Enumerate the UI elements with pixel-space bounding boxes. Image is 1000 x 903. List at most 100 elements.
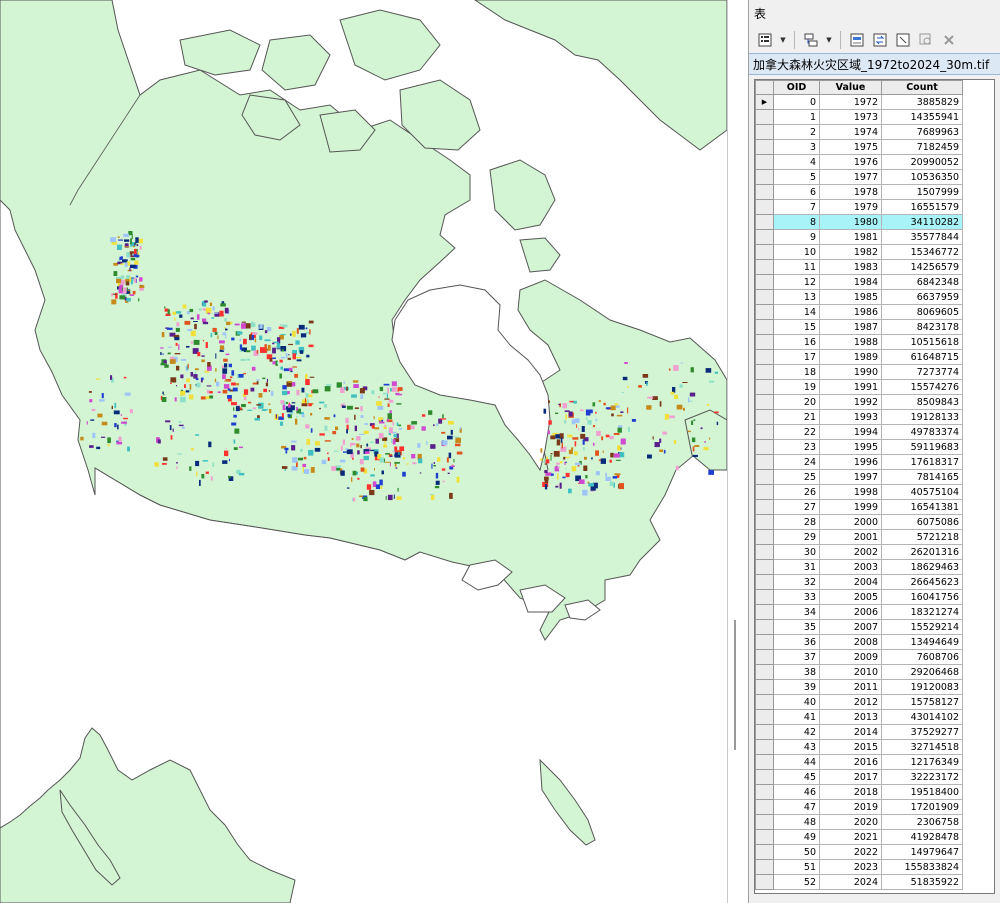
cell-value[interactable]: 2005 <box>819 589 882 605</box>
cell-oid[interactable]: 45 <box>773 769 820 785</box>
table-row[interactable]: 21 1993 19128133 <box>755 409 963 425</box>
row-selector[interactable] <box>755 304 774 320</box>
row-selector[interactable] <box>755 514 774 530</box>
row-selector[interactable]: ▶ <box>755 94 774 110</box>
related-tables-icon[interactable] <box>801 30 821 50</box>
cell-count[interactable]: 34110282 <box>881 214 963 230</box>
cell-value[interactable]: 2012 <box>819 694 882 710</box>
row-selector[interactable] <box>755 229 774 245</box>
cell-count[interactable]: 17201909 <box>881 799 963 815</box>
cell-value[interactable]: 1983 <box>819 259 882 275</box>
table-row[interactable]: 3 1975 7182459 <box>755 139 963 155</box>
cell-oid[interactable]: 42 <box>773 724 820 740</box>
cell-oid[interactable]: 31 <box>773 559 820 575</box>
cell-count[interactable]: 2306758 <box>881 814 963 830</box>
cell-oid[interactable]: 6 <box>773 184 820 200</box>
cell-oid[interactable]: 34 <box>773 604 820 620</box>
cell-count[interactable]: 6842348 <box>881 274 963 290</box>
cell-oid[interactable]: 40 <box>773 694 820 710</box>
cell-count[interactable]: 6075086 <box>881 514 963 530</box>
row-selector[interactable] <box>755 439 774 455</box>
cell-count[interactable]: 5721218 <box>881 529 963 545</box>
cell-count[interactable]: 1507999 <box>881 184 963 200</box>
cell-value[interactable]: 2007 <box>819 619 882 635</box>
zoom-to-selected-icon[interactable] <box>916 30 936 50</box>
cell-value[interactable]: 1972 <box>819 94 882 110</box>
cell-value[interactable]: 2023 <box>819 859 882 875</box>
row-selector[interactable] <box>755 709 774 725</box>
cell-oid[interactable]: 5 <box>773 169 820 185</box>
cell-count[interactable]: 10515618 <box>881 334 963 350</box>
cell-count[interactable]: 32223172 <box>881 769 963 785</box>
map-view[interactable] <box>0 0 727 903</box>
cell-oid[interactable]: 33 <box>773 589 820 605</box>
cell-count[interactable]: 155833824 <box>881 859 963 875</box>
cell-count[interactable]: 59119683 <box>881 439 963 455</box>
cell-count[interactable]: 14256579 <box>881 259 963 275</box>
table-row[interactable]: 47 2019 17201909 <box>755 799 963 815</box>
cell-count[interactable]: 14979647 <box>881 844 963 860</box>
layer-table-tab[interactable]: 加拿大森林火灾区域_1972to2024_30m.tif <box>749 53 1000 75</box>
table-row[interactable]: 18 1990 7273774 <box>755 364 963 380</box>
row-selector[interactable] <box>755 604 774 620</box>
cell-count[interactable]: 20990052 <box>881 154 963 170</box>
row-selector[interactable] <box>755 634 774 650</box>
cell-value[interactable]: 2015 <box>819 739 882 755</box>
table-row[interactable]: 10 1982 15346772 <box>755 244 963 260</box>
row-selector[interactable] <box>755 679 774 695</box>
cell-value[interactable]: 1977 <box>819 169 882 185</box>
related-tables-dropdown-icon[interactable]: ▼ <box>824 30 834 50</box>
table-row[interactable]: 26 1998 40575104 <box>755 484 963 500</box>
column-header-value[interactable]: Value <box>819 80 882 95</box>
row-selector[interactable] <box>755 529 774 545</box>
cell-count[interactable]: 18321274 <box>881 604 963 620</box>
table-row[interactable]: 45 2017 32223172 <box>755 769 963 785</box>
row-selector[interactable] <box>755 364 774 380</box>
cell-oid[interactable]: 7 <box>773 199 820 215</box>
cell-value[interactable]: 1980 <box>819 214 882 230</box>
table-row[interactable]: 42 2014 37529277 <box>755 724 963 740</box>
table-row[interactable]: 35 2007 15529214 <box>755 619 963 635</box>
cell-count[interactable]: 8423178 <box>881 319 963 335</box>
cell-count[interactable]: 7608706 <box>881 649 963 665</box>
cell-count[interactable]: 35577844 <box>881 229 963 245</box>
table-row[interactable]: 27 1999 16541381 <box>755 499 963 515</box>
row-selector[interactable] <box>755 544 774 560</box>
row-selector[interactable] <box>755 259 774 275</box>
table-row[interactable]: 14 1986 8069605 <box>755 304 963 320</box>
cell-count[interactable]: 17618317 <box>881 454 963 470</box>
cell-count[interactable]: 37529277 <box>881 724 963 740</box>
row-selector[interactable] <box>755 484 774 500</box>
cell-value[interactable]: 2019 <box>819 799 882 815</box>
table-row[interactable]: 9 1981 35577844 <box>755 229 963 245</box>
row-selector[interactable] <box>755 139 774 155</box>
table-row[interactable]: 13 1985 6637959 <box>755 289 963 305</box>
row-selector[interactable] <box>755 499 774 515</box>
cell-count[interactable]: 7273774 <box>881 364 963 380</box>
cell-value[interactable]: 2008 <box>819 634 882 650</box>
cell-oid[interactable]: 17 <box>773 349 820 365</box>
cell-value[interactable]: 1987 <box>819 319 882 335</box>
cell-count[interactable]: 19128133 <box>881 409 963 425</box>
table-row[interactable]: 28 2000 6075086 <box>755 514 963 530</box>
row-selector[interactable] <box>755 829 774 845</box>
cell-count[interactable]: 7814165 <box>881 469 963 485</box>
cell-value[interactable]: 1978 <box>819 184 882 200</box>
cell-count[interactable]: 7689963 <box>881 124 963 140</box>
table-row[interactable]: 50 2022 14979647 <box>755 844 963 860</box>
cell-value[interactable]: 1984 <box>819 274 882 290</box>
table-row[interactable]: 5 1977 10536350 <box>755 169 963 185</box>
cell-oid[interactable]: 30 <box>773 544 820 560</box>
cell-value[interactable]: 1975 <box>819 139 882 155</box>
table-row[interactable]: 22 1994 49783374 <box>755 424 963 440</box>
row-selector[interactable] <box>755 874 774 890</box>
cell-value[interactable]: 2024 <box>819 874 882 890</box>
cell-oid[interactable]: 29 <box>773 529 820 545</box>
cell-value[interactable]: 2001 <box>819 529 882 545</box>
cell-oid[interactable]: 2 <box>773 124 820 140</box>
row-selector[interactable] <box>755 589 774 605</box>
cell-oid[interactable]: 23 <box>773 439 820 455</box>
row-selector[interactable] <box>755 244 774 260</box>
cell-oid[interactable]: 50 <box>773 844 820 860</box>
cell-value[interactable]: 1974 <box>819 124 882 140</box>
